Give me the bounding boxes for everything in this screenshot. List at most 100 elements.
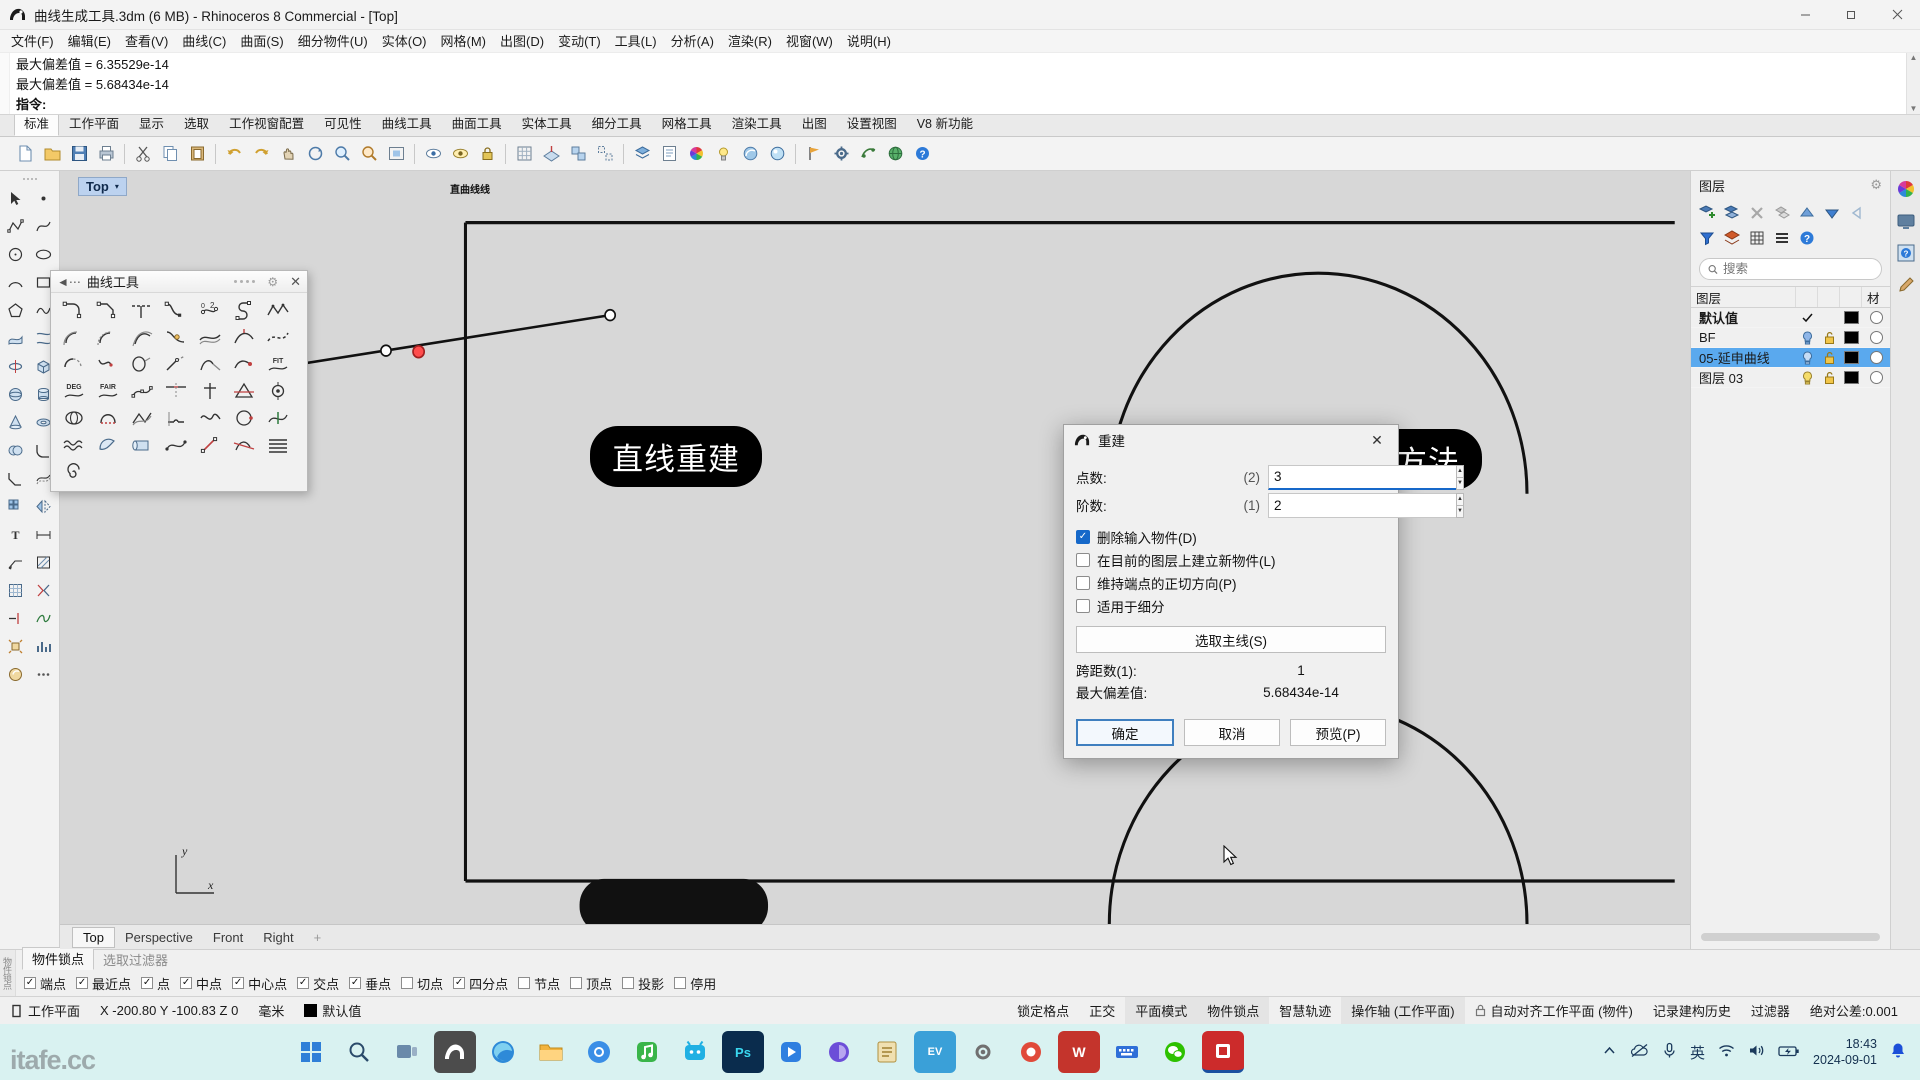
viewport-name-widget[interactable]: Top ▾ xyxy=(78,177,127,196)
insert-knot-icon[interactable] xyxy=(261,404,295,431)
tab-drafting[interactable]: 出图 xyxy=(792,113,837,136)
checkbox[interactable] xyxy=(674,977,687,989)
viewport-tab-top[interactable]: Top xyxy=(72,926,115,948)
copy-icon[interactable] xyxy=(157,141,183,167)
current-layer-indicator[interactable]: 默认值 xyxy=(294,997,371,1024)
edge-browser-icon[interactable] xyxy=(482,1031,524,1073)
paint-brush-icon[interactable] xyxy=(1894,273,1918,297)
arc-blend-icon[interactable] xyxy=(227,296,261,323)
render-preview-icon[interactable] xyxy=(2,660,30,688)
menu-curve[interactable]: 曲线(C) xyxy=(175,30,233,53)
render-icon[interactable] xyxy=(764,141,790,167)
taskbar-clock[interactable]: 18:43 2024-09-01 xyxy=(1813,1036,1877,1068)
extend-arc-icon[interactable] xyxy=(125,350,159,377)
record-history-toggle[interactable]: 记录建构历史 xyxy=(1643,997,1741,1024)
section-curve-icon[interactable] xyxy=(227,431,261,458)
rebuild-dialog[interactable]: 重建 ✕ 点数: (2) ▲ ▼ 阶数: (1) xyxy=(1063,424,1464,759)
hide-objects-icon[interactable] xyxy=(420,141,446,167)
move-down-icon[interactable] xyxy=(1820,201,1844,225)
checkbox[interactable]: ✓ xyxy=(453,977,466,989)
command-scrollbar[interactable]: ▲ ▼ xyxy=(1906,53,1920,114)
duplicate-layer-icon[interactable] xyxy=(1770,201,1794,225)
curve-from-points-icon[interactable] xyxy=(261,296,295,323)
pipe-curve-icon[interactable] xyxy=(125,431,159,458)
convert-curve-icon[interactable] xyxy=(125,404,159,431)
rebuild-curve-icon[interactable] xyxy=(125,377,159,404)
osnap-disable[interactable]: 停用 xyxy=(674,974,716,993)
toggle-ortho[interactable]: 正交 xyxy=(1079,997,1125,1024)
curve-through-points-icon[interactable] xyxy=(193,431,227,458)
tab-visibility[interactable]: 可见性 xyxy=(314,113,372,136)
toggle-osnap[interactable]: 物件锁点 xyxy=(1197,997,1270,1024)
spin-down-icon[interactable]: ▼ xyxy=(1456,505,1464,518)
show-objects-icon[interactable] xyxy=(447,141,473,167)
chrome-browser-icon[interactable] xyxy=(578,1031,620,1073)
flag-icon[interactable] xyxy=(801,141,827,167)
grid-icon[interactable] xyxy=(2,576,30,604)
undo-icon[interactable] xyxy=(221,141,247,167)
cplane-indicator[interactable]: 工作平面 xyxy=(0,997,90,1024)
menu-subd[interactable]: 细分物件(U) xyxy=(291,30,375,53)
osnap-perpendicular[interactable]: ✓ 垂点 xyxy=(349,974,391,993)
bilibili-icon[interactable] xyxy=(674,1031,716,1073)
osnap-mid[interactable]: ✓ 中点 xyxy=(180,974,222,993)
lock-objects-icon[interactable] xyxy=(474,141,500,167)
fillet-corners-icon[interactable] xyxy=(125,296,159,323)
layer-panel-icon[interactable] xyxy=(1720,226,1744,250)
volume-icon[interactable] xyxy=(1748,1043,1765,1061)
tab-surface-tools[interactable]: 曲面工具 xyxy=(442,113,512,136)
layers-horizontal-scrollbar[interactable] xyxy=(1701,933,1880,941)
circle-icon[interactable] xyxy=(2,240,30,268)
project-curve-icon[interactable] xyxy=(261,377,295,404)
match-curve-icon[interactable] xyxy=(159,377,193,404)
menu-mesh[interactable]: 网格(M) xyxy=(434,30,494,53)
checkbox[interactable] xyxy=(1076,552,1090,567)
chevron-up-icon[interactable] xyxy=(1602,1043,1617,1061)
extend-point-icon[interactable] xyxy=(227,350,261,377)
menu-help[interactable]: 说明(H) xyxy=(840,30,898,53)
object-properties-icon[interactable] xyxy=(656,141,682,167)
arc-icon[interactable] xyxy=(2,268,30,296)
menu-tools[interactable]: 工具(L) xyxy=(608,30,664,53)
boolean-union-icon[interactable] xyxy=(2,436,30,464)
rhino-icon[interactable] xyxy=(434,1031,476,1073)
search-icon[interactable] xyxy=(338,1031,380,1073)
osnap-project[interactable]: 投影 xyxy=(622,974,664,993)
viewport-name-button[interactable]: Top ▾ xyxy=(78,177,127,196)
osnap-knot[interactable]: 节点 xyxy=(518,974,560,993)
osnap-end[interactable]: ✓ 端点 xyxy=(24,974,66,993)
table-row[interactable]: 默认值 xyxy=(1691,308,1890,328)
menu-dimension[interactable]: 出图(D) xyxy=(493,30,551,53)
video-player-icon[interactable] xyxy=(770,1031,812,1073)
tab-viewport-layout[interactable]: 工作视窗配置 xyxy=(219,113,314,136)
surface-icon[interactable] xyxy=(2,324,30,352)
ev-recorder-icon[interactable]: EV xyxy=(914,1031,956,1073)
tab-solid-tools[interactable]: 实体工具 xyxy=(512,113,582,136)
move-up-icon[interactable] xyxy=(1795,201,1819,225)
menu-transform[interactable]: 变动(T) xyxy=(551,30,608,53)
wechat-icon[interactable] xyxy=(1154,1031,1196,1073)
layers-icon[interactable] xyxy=(629,141,655,167)
osnap-vertex[interactable]: 顶点 xyxy=(570,974,612,993)
tab-set-view[interactable]: 设置视图 xyxy=(837,113,907,136)
ime-indicator[interactable]: 英 xyxy=(1690,1042,1705,1063)
offset-surface-icon[interactable] xyxy=(193,323,227,350)
checkbox[interactable]: ✓ xyxy=(76,977,89,989)
light-bulb-icon[interactable] xyxy=(1796,330,1818,345)
battery-charging-icon[interactable] xyxy=(1778,1044,1800,1061)
close-icon[interactable]: ✕ xyxy=(290,274,301,290)
paste-icon[interactable] xyxy=(184,141,210,167)
tab-render-tools[interactable]: 渲染工具 xyxy=(722,113,792,136)
units-indicator[interactable]: 毫米 xyxy=(248,997,294,1024)
osnap-near[interactable]: ✓ 最近点 xyxy=(76,974,131,993)
screenshot-icon[interactable] xyxy=(1010,1031,1052,1073)
color-wheel-icon[interactable] xyxy=(683,141,709,167)
light-icon[interactable] xyxy=(710,141,736,167)
more-tools-icon[interactable] xyxy=(30,660,58,688)
task-view-icon[interactable] xyxy=(386,1031,428,1073)
chamfer-icon[interactable] xyxy=(2,464,30,492)
extend-line-icon[interactable] xyxy=(159,350,193,377)
extend-curve-icon[interactable] xyxy=(57,350,91,377)
menu-window[interactable]: 视窗(W) xyxy=(779,30,840,53)
tab-standard[interactable]: 标准 xyxy=(14,113,60,136)
